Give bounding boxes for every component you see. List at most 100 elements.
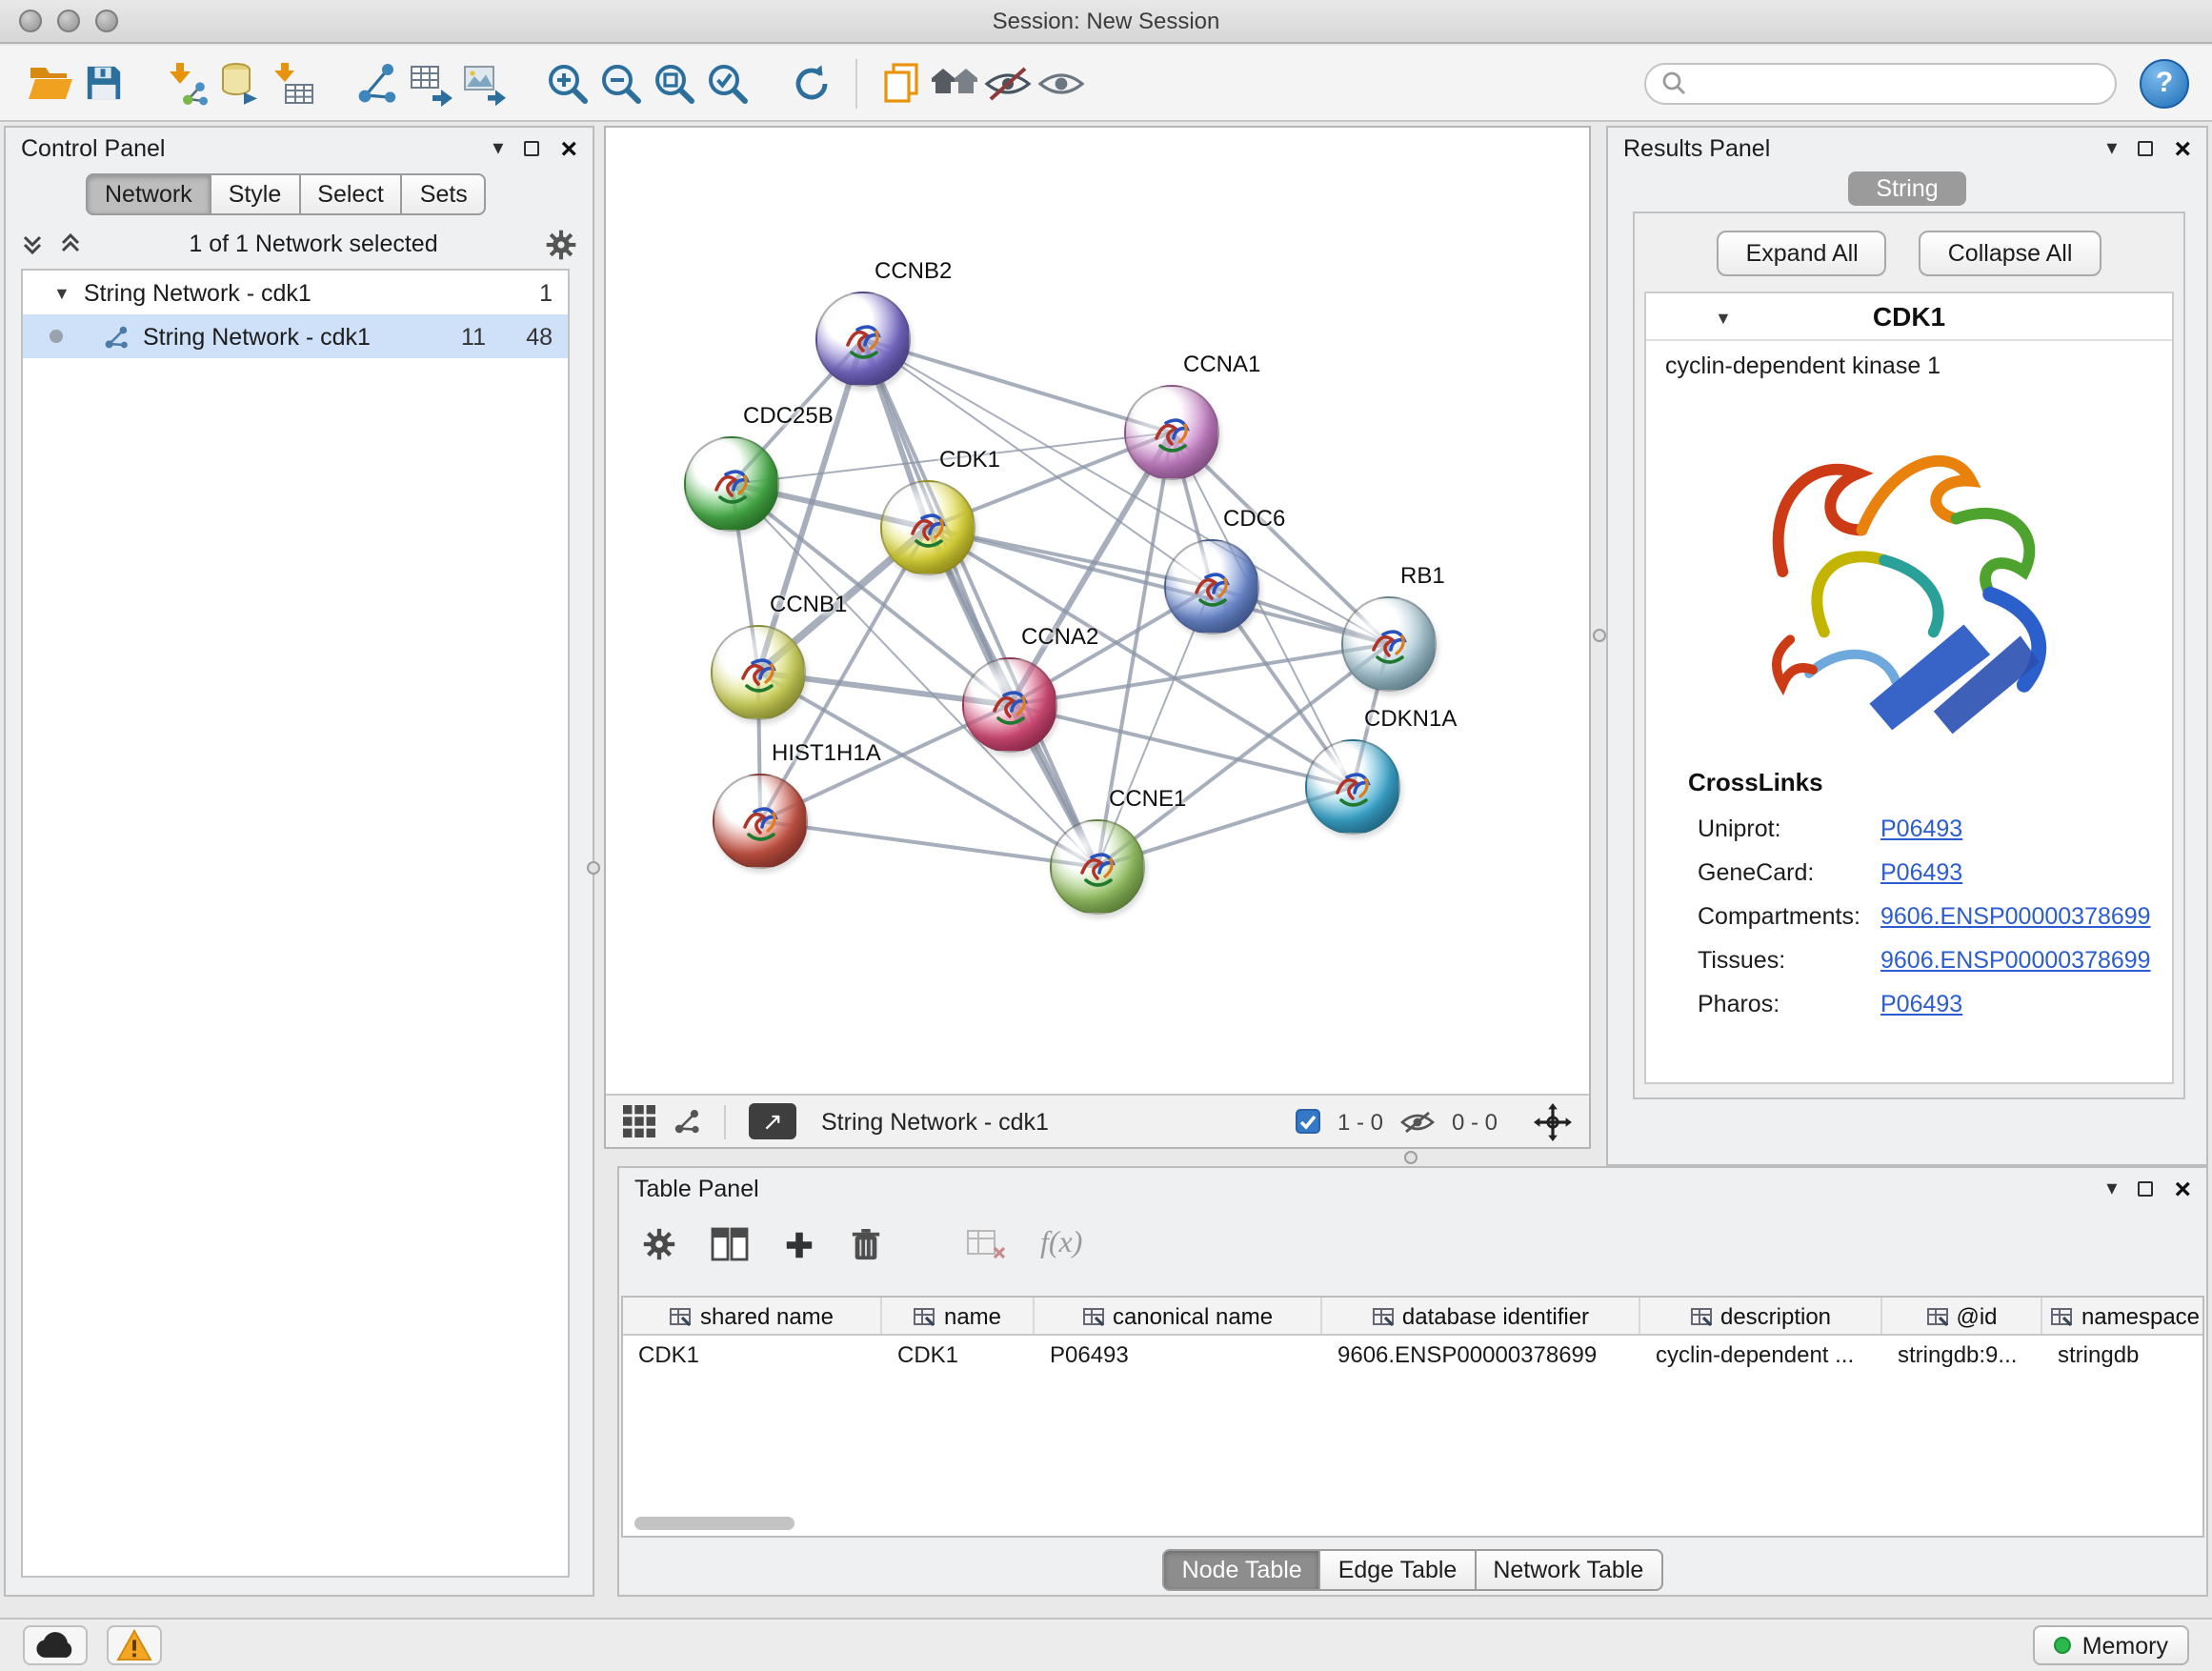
cloud-button[interactable] [23,1625,88,1665]
network-node-ccnb2[interactable] [815,292,911,387]
search-input[interactable] [1696,70,2100,96]
network-node-ccnb1[interactable] [711,625,806,720]
network-collection-row[interactable]: ▼ String Network - cdk1 1 [23,271,568,314]
help-button[interactable]: ? [2140,58,2189,108]
section-collapse-icon[interactable]: ▼ [1715,309,1732,328]
save-session-button[interactable] [76,54,130,111]
table-settings-gear-icon[interactable] [642,1227,676,1261]
column-header-description[interactable]: description [1640,1298,1882,1334]
crosslink-link[interactable]: P06493 [1880,815,1962,841]
network-edge[interactable] [758,339,863,673]
tree-expand-icon[interactable]: ▼ [53,283,70,302]
export-image-button[interactable] [457,54,511,111]
network-node-ccna2[interactable] [962,657,1057,753]
close-window-button[interactable] [19,10,42,32]
horizontal-splitter-handle[interactable] [1404,1151,1418,1164]
horizontal-scrollbar[interactable] [634,1517,794,1530]
import-table-button[interactable] [267,54,320,111]
network-node-rb1[interactable] [1341,596,1437,692]
share-network-icon[interactable] [673,1107,701,1136]
collapse-all-icon[interactable] [21,232,44,255]
show-columns-icon[interactable] [711,1227,749,1261]
add-column-icon[interactable] [783,1228,815,1260]
network-node-hist1h1a[interactable] [713,774,808,869]
column-header--id[interactable]: @id [1882,1298,2042,1334]
tab-network[interactable]: Network [86,173,211,215]
column-header-name[interactable]: name [882,1298,1035,1334]
refresh-layout-button[interactable] [785,54,838,111]
delete-column-icon[interactable] [850,1226,882,1262]
zoom-out-button[interactable] [594,54,648,111]
network-edge[interactable] [1010,644,1389,705]
network-canvas[interactable]: CCNB2CCNA1CDC25BCDK1CDC6RB1CCNB1CCNA2CDK… [606,128,1589,1096]
collapse-all-button[interactable]: Collapse All [1920,231,2101,276]
network-node-ccna1[interactable] [1124,385,1219,480]
column-header-canonical-name[interactable]: canonical name [1035,1298,1322,1334]
table-row[interactable]: CDK1CDK1P064939606.ENSP00000378699cyclin… [623,1336,2202,1374]
crosslink-link[interactable]: 9606.ENSP00000378699 [1880,946,2151,973]
table-body: CDK1CDK1P064939606.ENSP00000378699cyclin… [623,1336,2202,1374]
zoom-in-button[interactable] [541,54,594,111]
search-box[interactable] [1644,62,2117,104]
import-network-database-button[interactable] [213,54,267,111]
column-header-database-identifier[interactable]: database identifier [1322,1298,1640,1334]
minimize-window-button[interactable] [57,10,80,32]
float-panel-icon[interactable]: ▾ [493,138,503,159]
gear-icon[interactable] [545,228,577,260]
close-panel-icon[interactable]: × [2174,134,2191,163]
network-row-selected[interactable]: String Network - cdk1 11 48 [23,314,568,358]
crosslink-link[interactable]: P06493 [1880,858,1962,885]
zoom-window-button[interactable] [95,10,118,32]
vertical-splitter-handle[interactable] [1593,629,1606,642]
network-edge[interactable] [928,528,1389,644]
column-header-shared-name[interactable]: shared name [623,1298,882,1334]
birdseye-grid-icon[interactable] [623,1105,655,1137]
copy-button[interactable] [875,54,928,111]
toggle-graphics-details-button[interactable] [1035,54,1088,111]
network-edge[interactable] [760,821,1097,867]
open-session-button[interactable] [23,54,76,111]
warnings-button[interactable] [107,1625,162,1665]
crosslink-link[interactable]: 9606.ENSP00000378699 [1880,902,2151,929]
tab-edge-table[interactable]: Edge Table [1321,1549,1477,1591]
move-crosshair-icon[interactable] [1534,1102,1572,1140]
zoom-fit-button[interactable] [648,54,701,111]
open-in-new-button[interactable]: ↗ [749,1103,796,1139]
network-node-cdc6[interactable] [1164,539,1259,634]
home-button[interactable] [928,54,981,111]
network-node-cdk1[interactable] [880,480,975,575]
network-node-cdc25b[interactable] [684,436,779,532]
export-table-button[interactable] [404,54,457,111]
close-panel-icon[interactable]: × [2174,1175,2191,1203]
tab-string[interactable]: String [1847,171,1966,206]
new-network-from-selection-button[interactable] [351,54,404,111]
zoom-selected-button[interactable] [701,54,754,111]
table-header-row: shared namenamecanonical namedatabase id… [623,1298,2202,1336]
network-node-ccne1[interactable] [1050,819,1145,915]
expand-all-button[interactable]: Expand All [1718,231,1887,276]
selected-checkbox-icon[interactable] [1296,1109,1320,1134]
float-panel-icon[interactable]: ▾ [2106,1178,2117,1199]
hidden-eye-icon[interactable] [1400,1110,1435,1133]
maximize-panel-icon[interactable] [2138,1181,2153,1197]
network-edge[interactable] [863,339,1097,867]
close-panel-icon[interactable]: × [560,134,577,163]
network-node-cdkn1a[interactable] [1305,739,1400,835]
expand-all-icon[interactable] [59,232,82,255]
maximize-panel-icon[interactable] [524,141,539,156]
crosslink-link[interactable]: P06493 [1880,990,1962,1017]
memory-button[interactable]: Memory [2033,1625,2189,1665]
column-header-namespace[interactable]: namespace [2042,1298,2204,1334]
float-panel-icon[interactable]: ▾ [2106,138,2117,159]
tab-network-table[interactable]: Network Table [1476,1549,1662,1591]
tab-sets[interactable]: Sets [403,173,487,215]
vertical-splitter-handle[interactable] [587,861,600,875]
import-network-file-button[interactable] [160,54,213,111]
tab-style[interactable]: Style [211,173,301,215]
gene-section-header[interactable]: ▼ CDK1 [1646,293,2172,341]
network-edge[interactable] [1010,705,1353,787]
maximize-panel-icon[interactable] [2138,141,2153,156]
toggle-annotations-button[interactable] [981,54,1035,111]
tab-select[interactable]: Select [300,173,403,215]
tab-node-table[interactable]: Node Table [1163,1549,1321,1591]
